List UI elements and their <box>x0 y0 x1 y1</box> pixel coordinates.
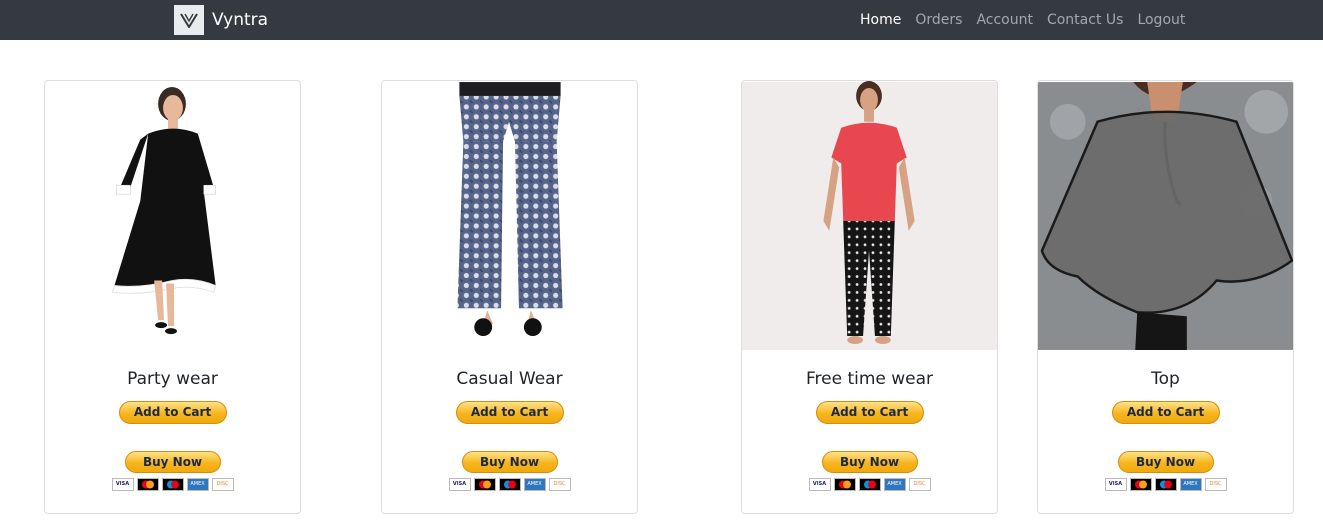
amex-icon: AMEX <box>1179 478 1202 491</box>
visa-icon: VISA <box>111 478 134 491</box>
maestro-icon <box>498 478 521 491</box>
amex-icon: AMEX <box>186 478 209 491</box>
product-title: Casual Wear <box>456 369 563 389</box>
discover-icon: DISC <box>548 478 571 491</box>
product-image-casual-pants <box>382 82 637 350</box>
mastercard-icon <box>136 478 159 491</box>
visa-icon: VISA <box>1104 478 1127 491</box>
product-card: Top Add to Cart Buy Now VISA AMEX DISC <box>1037 80 1294 514</box>
visa-icon: VISA <box>448 478 471 491</box>
nav-logout[interactable]: Logout <box>1130 12 1192 28</box>
maestro-icon <box>161 478 184 491</box>
amex-icon: AMEX <box>523 478 546 491</box>
buy-now-button[interactable]: Buy Now <box>821 451 918 473</box>
product-image-party-dress <box>45 82 300 350</box>
product-title: Free time wear <box>805 369 934 389</box>
add-to-cart-button[interactable]: Add to Cart <box>455 401 564 424</box>
visa-icon: VISA <box>808 478 831 491</box>
maestro-icon <box>858 478 881 491</box>
discover-icon: DISC <box>908 478 931 491</box>
add-to-cart-button[interactable]: Add to Cart <box>118 401 227 424</box>
product-title: Party wear <box>127 369 218 389</box>
product-title: Top <box>1151 369 1180 389</box>
maestro-icon <box>1154 478 1177 491</box>
payment-cards: VISA AMEX DISC <box>448 478 571 491</box>
mastercard-icon <box>833 478 856 491</box>
add-to-cart-button[interactable]: Add to Cart <box>815 401 924 424</box>
discover-icon: DISC <box>211 478 234 491</box>
discover-icon: DISC <box>1204 478 1227 491</box>
payment-cards: VISA AMEX DISC <box>808 478 931 491</box>
product-image-cape-top <box>1038 82 1293 350</box>
nav-menu: Home Orders Account Contact Us Logout <box>853 0 1192 40</box>
product-card: Casual Wear Add to Cart Buy Now VISA AME… <box>381 80 638 514</box>
add-to-cart-button[interactable]: Add to Cart <box>1111 401 1220 424</box>
nav-contact-us[interactable]: Contact Us <box>1040 12 1130 28</box>
buy-now-button[interactable]: Buy Now <box>1117 451 1214 473</box>
v-logo-icon <box>174 5 204 35</box>
product-card: Party wear Add to Cart Buy Now VISA AMEX… <box>44 80 301 514</box>
top-navbar: Vyntra Home Orders Account Contact Us Lo… <box>0 0 1323 40</box>
payment-cards: VISA AMEX DISC <box>111 478 234 491</box>
nav-orders[interactable]: Orders <box>908 12 969 28</box>
nav-home[interactable]: Home <box>853 12 908 28</box>
buy-now-button[interactable]: Buy Now <box>124 451 221 473</box>
brand[interactable]: Vyntra <box>174 2 268 38</box>
nav-account[interactable]: Account <box>969 12 1040 28</box>
product-card: Free time wear Add to Cart Buy Now VISA … <box>741 80 998 514</box>
brand-name: Vyntra <box>212 10 269 30</box>
payment-cards: VISA AMEX DISC <box>1104 478 1227 491</box>
amex-icon: AMEX <box>883 478 906 491</box>
mastercard-icon <box>1129 478 1152 491</box>
product-image-tshirt-pyjama <box>742 81 997 350</box>
buy-now-button[interactable]: Buy Now <box>461 451 558 473</box>
mastercard-icon <box>473 478 496 491</box>
